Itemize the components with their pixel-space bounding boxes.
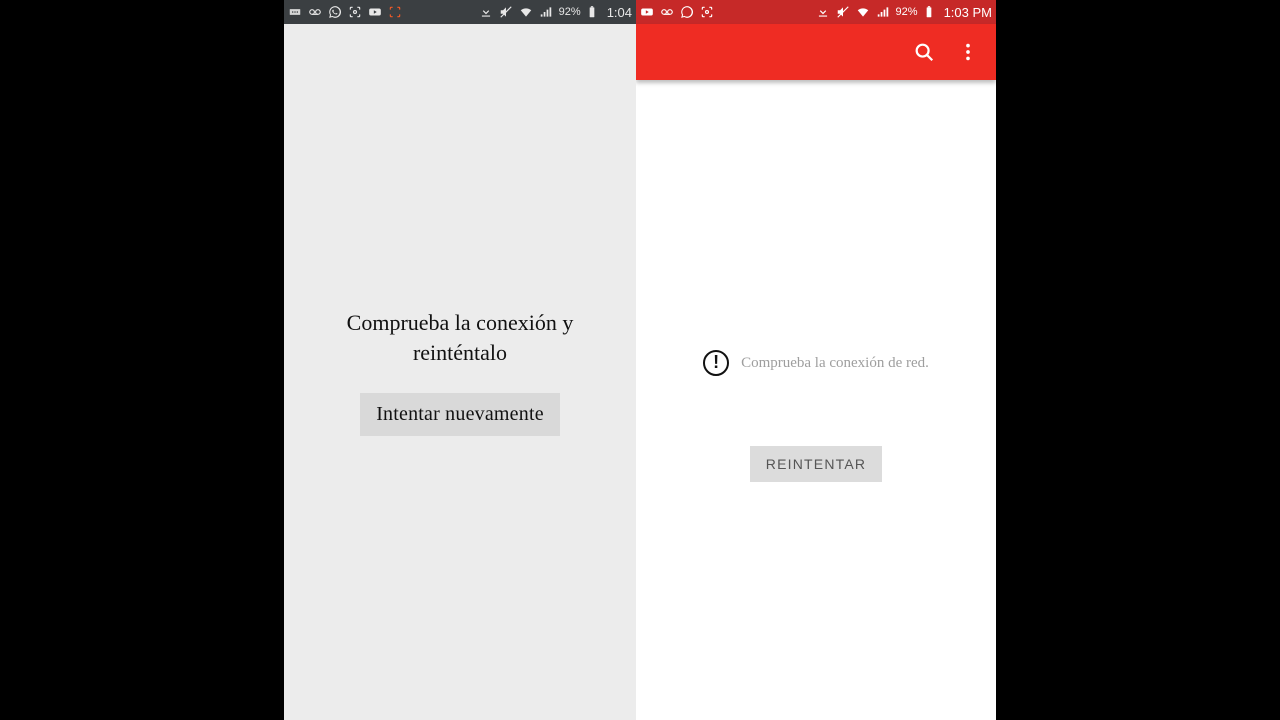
search-button[interactable] [902, 30, 946, 74]
screenshot-stage: 92% 1:04 Comprueba la conexión y reintén… [0, 0, 1280, 720]
wifi-icon [519, 5, 533, 19]
status-bar: 92% 1:03 PM [636, 0, 996, 24]
signal-icon [539, 5, 553, 19]
error-message: Comprueba la conexión y reinténtalo [308, 308, 612, 367]
signal-icon [876, 5, 890, 19]
more-icon [288, 5, 302, 19]
download-icon [816, 5, 830, 19]
retry-button[interactable]: Intentar nuevamente [360, 393, 560, 436]
whatsapp-icon [680, 5, 694, 19]
phone-left: 92% 1:04 Comprueba la conexión y reintén… [284, 0, 636, 720]
clock: 1:03 PM [944, 5, 992, 20]
status-bar-right-icons: 92% 1:04 [479, 5, 632, 20]
play-store-error-screen: Comprueba la conexión y reinténtalo Inte… [284, 24, 636, 720]
mute-icon [836, 5, 850, 19]
error-row: ! Comprueba la conexión de red. [703, 350, 929, 376]
battery-icon [922, 5, 936, 19]
screenshot-alt-icon [388, 5, 402, 19]
screenshot-icon [348, 5, 362, 19]
alert-icon: ! [703, 350, 729, 376]
status-bar: 92% 1:04 [284, 0, 636, 24]
download-icon [479, 5, 493, 19]
status-bar-left-icons [640, 5, 714, 19]
error-message: Comprueba la conexión de red. [741, 355, 929, 372]
whatsapp-icon [328, 5, 342, 19]
wifi-icon [856, 5, 870, 19]
overflow-menu-button[interactable] [946, 30, 990, 74]
status-bar-left-icons [288, 5, 402, 19]
clock: 1:04 [607, 5, 632, 20]
voicemail-icon [308, 5, 322, 19]
youtube-icon [368, 5, 382, 19]
battery-percentage: 92% [559, 6, 581, 18]
status-bar-right-icons: 92% 1:03 PM [816, 5, 992, 20]
youtube-error-screen: ! Comprueba la conexión de red. REINTENT… [636, 80, 996, 720]
voicemail-icon [660, 5, 674, 19]
battery-icon [585, 5, 599, 19]
retry-button[interactable]: REINTENTAR [750, 446, 882, 482]
mute-icon [499, 5, 513, 19]
screenshot-icon [700, 5, 714, 19]
youtube-icon [640, 5, 654, 19]
youtube-action-bar [636, 24, 996, 80]
battery-percentage: 92% [896, 6, 918, 18]
phone-right: 92% 1:03 PM ! Comprueba la conexión de r… [636, 0, 996, 720]
